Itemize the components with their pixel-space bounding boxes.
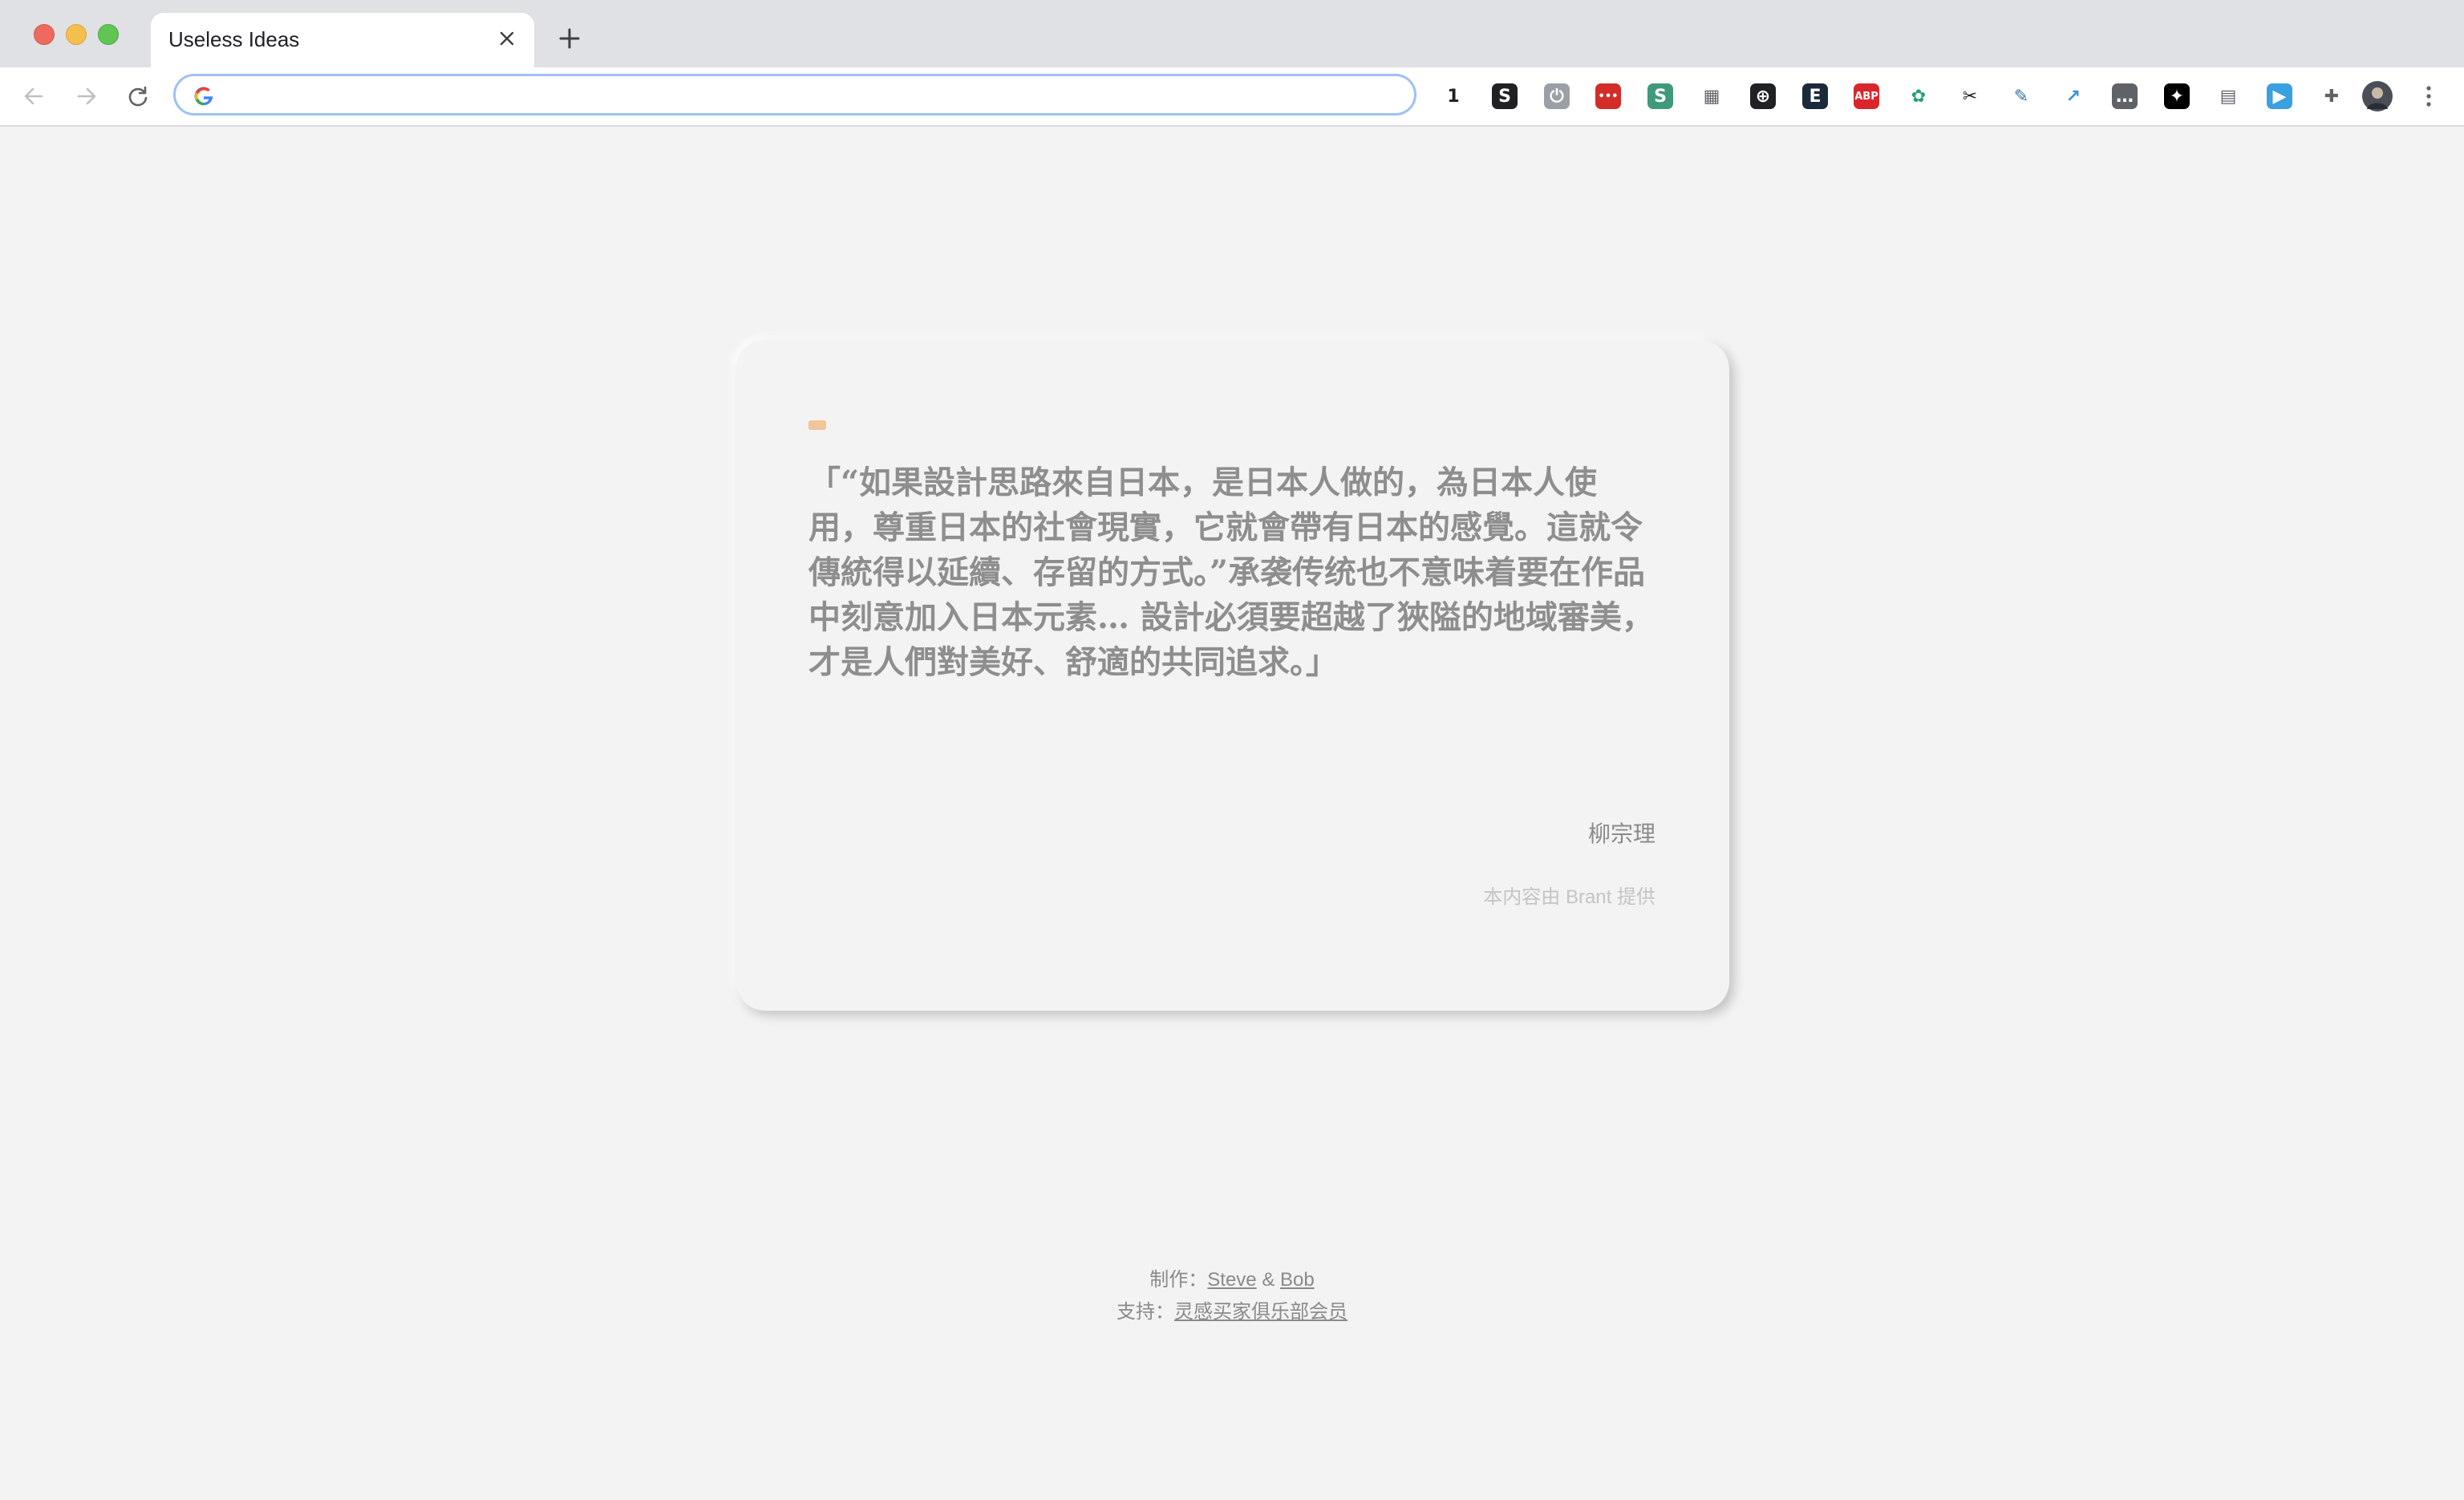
support-label: 支持： (1116, 1301, 1174, 1323)
power-icon[interactable]: ⏻ (1541, 80, 1573, 112)
made-by-line: 制作：Steve & Bob (0, 1264, 2464, 1296)
window-maximize-button[interactable] (98, 24, 119, 45)
supporter-link[interactable]: 灵感买家俱乐部会员 (1174, 1301, 1348, 1323)
google-g-icon (193, 86, 214, 107)
page-footer: 制作：Steve & Bob 支持：灵感买家俱乐部会员 (0, 1264, 2464, 1328)
forward-arrow-icon[interactable] (71, 80, 103, 112)
share-glyph: ↗ (2065, 86, 2081, 107)
dribbble-icon[interactable]: ⊕ (1747, 80, 1779, 112)
lastpass-glyph: ••• (1595, 83, 1621, 109)
adblock-plus-icon[interactable]: ABP (1850, 80, 1882, 112)
extensions-puzzle-icon[interactable]: ✚ (2316, 80, 2348, 112)
maker-link-steve[interactable]: Steve (1207, 1269, 1256, 1291)
power-glyph: ⏻ (1544, 83, 1570, 109)
smartsave-glyph: S (1492, 83, 1518, 109)
dashboard-glyph: ▦ (1703, 86, 1720, 107)
support-line: 支持：灵感买家俱乐部会员 (0, 1296, 2464, 1328)
profile-avatar[interactable] (2361, 80, 2393, 112)
scribe-icon[interactable]: S (1644, 80, 1676, 112)
twitter-glyph: ✦ (2164, 83, 2190, 109)
onepassword-icon[interactable]: 1 (1437, 80, 1469, 112)
address-bar[interactable] (173, 74, 1416, 116)
made-by-label: 制作： (1149, 1269, 1208, 1291)
quote-card: 「“如果設計思路來自日本，是日本人做的，為日本人使用，尊重日本的社會現實，它就會… (736, 340, 1729, 1011)
extensions-puzzle-glyph: ✚ (2324, 86, 2340, 107)
evernote-e-glyph: E (1802, 83, 1828, 109)
bilibili-tv-glyph: ▶ (2267, 83, 2292, 109)
address-input[interactable] (229, 81, 1387, 110)
adblock-plus-glyph: ABP (1854, 83, 1879, 109)
smartsave-icon[interactable]: S (1489, 80, 1521, 112)
browser-tab[interactable]: Useless Ideas (151, 13, 534, 67)
evernote-e-icon[interactable]: E (1799, 80, 1831, 112)
scissors-icon[interactable]: ✂ (1954, 80, 1986, 112)
browser-toolbar: 1 S ⏻ ••• S ▦ ⊕ E ABP ✿ ✂ ✎ ↗ … ✦ ▤ ▶ ✚ (0, 67, 2464, 127)
highlighter-glyph: ✎ (2013, 86, 2029, 107)
tab-strip: Useless Ideas (0, 0, 2464, 67)
scissors-glyph: ✂ (1962, 86, 1978, 107)
highlighter-icon[interactable]: ✎ (2005, 80, 2037, 112)
chatgpt-glyph: ✿ (1911, 86, 1927, 107)
new-tab-icon[interactable] (553, 22, 586, 55)
chat-bubble-icon[interactable]: … (2109, 80, 2141, 112)
back-arrow-icon[interactable] (18, 80, 50, 112)
quote-accent-mark (808, 420, 826, 430)
tab-title: Useless Ideas (168, 27, 300, 51)
maker-link-bob[interactable]: Bob (1280, 1269, 1315, 1291)
bilibili-tv-icon[interactable]: ▶ (2263, 80, 2296, 112)
share-icon[interactable]: ↗ (2057, 80, 2089, 112)
more-menu-icon[interactable] (2413, 80, 2445, 112)
quote-text: 「“如果設計思路來自日本，是日本人做的，為日本人使用，尊重日本的社會現實，它就會… (808, 464, 1654, 681)
lastpass-icon[interactable]: ••• (1592, 80, 1624, 112)
chat-bubble-glyph: … (2112, 83, 2138, 109)
scribe-glyph: S (1647, 83, 1673, 109)
window-glyph: ▤ (2219, 86, 2237, 107)
chatgpt-icon[interactable]: ✿ (1903, 80, 1935, 112)
content-credit: 本内容由 Brant 提供 (1483, 886, 1656, 908)
quote-author: 柳宗理 (1587, 821, 1656, 846)
onepassword-glyph: 1 (1447, 86, 1460, 107)
dashboard-icon[interactable]: ▦ (1696, 80, 1728, 112)
reload-icon[interactable] (122, 80, 154, 112)
window-icon[interactable]: ▤ (2212, 80, 2244, 112)
dribbble-glyph: ⊕ (1750, 83, 1776, 109)
tab-close-icon[interactable] (491, 22, 523, 55)
ampersand: & (1256, 1269, 1280, 1291)
window-close-button[interactable] (34, 24, 55, 45)
window-minimize-button[interactable] (66, 24, 87, 45)
twitter-icon[interactable]: ✦ (2161, 80, 2193, 112)
